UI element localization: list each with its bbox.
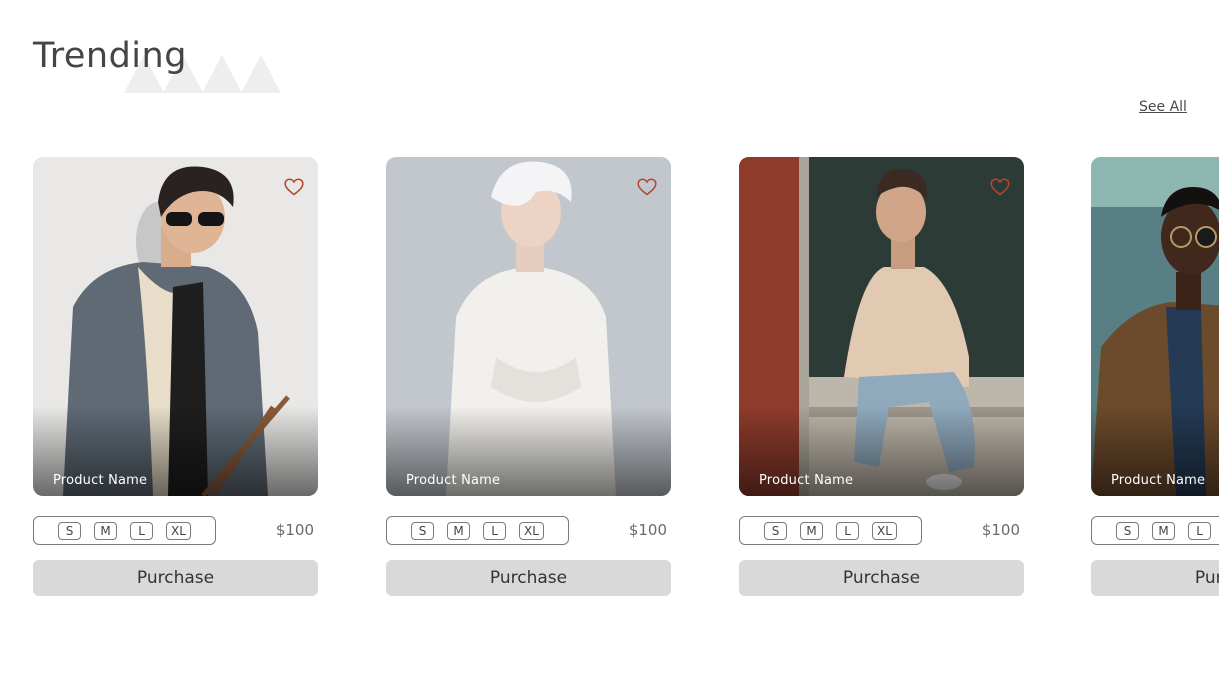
size-option-m[interactable]: M bbox=[1152, 521, 1176, 540]
product-price: $100 bbox=[275, 521, 314, 539]
see-all-link[interactable]: See All bbox=[1139, 99, 1187, 115]
product-image[interactable]: Product Name bbox=[33, 157, 318, 496]
product-price: $100 bbox=[981, 521, 1020, 539]
size-option-xl[interactable]: XL bbox=[519, 521, 544, 540]
product-card: Product Name S M L XL $100 Purchase bbox=[33, 157, 318, 596]
product-name: Product Name bbox=[1111, 473, 1206, 488]
product-card: Product Name S M L XL $100 Purchase bbox=[739, 157, 1024, 596]
size-option-l[interactable]: L bbox=[483, 521, 507, 540]
size-option-xl[interactable]: XL bbox=[872, 521, 897, 540]
size-option-m[interactable]: M bbox=[447, 521, 471, 540]
size-option-m[interactable]: M bbox=[94, 521, 118, 540]
heart-icon[interactable] bbox=[637, 178, 657, 196]
product-price: $100 bbox=[628, 521, 667, 539]
size-option-s[interactable]: S bbox=[411, 521, 435, 540]
size-option-l[interactable]: L bbox=[1188, 521, 1212, 540]
product-card: Product Name S M L XL Purchase bbox=[1091, 157, 1219, 596]
product-card: Product Name S M L XL $100 Purchase bbox=[386, 157, 671, 596]
size-option-s[interactable]: S bbox=[58, 521, 82, 540]
size-option-s[interactable]: S bbox=[1116, 521, 1140, 540]
heart-icon[interactable] bbox=[284, 178, 304, 196]
purchase-button[interactable]: Purchase bbox=[33, 560, 318, 596]
purchase-button[interactable]: Purchase bbox=[386, 560, 671, 596]
size-option-l[interactable]: L bbox=[836, 521, 860, 540]
heart-icon[interactable] bbox=[990, 178, 1010, 196]
size-option-xl[interactable]: XL bbox=[166, 521, 191, 540]
size-option-l[interactable]: L bbox=[130, 521, 154, 540]
product-name: Product Name bbox=[759, 473, 854, 488]
product-name: Product Name bbox=[53, 473, 148, 488]
size-selector: S M L XL bbox=[739, 516, 922, 545]
product-name: Product Name bbox=[406, 473, 501, 488]
size-selector: S M L XL bbox=[33, 516, 216, 545]
product-image[interactable]: Product Name bbox=[386, 157, 671, 496]
product-image[interactable]: Product Name bbox=[1091, 157, 1219, 496]
size-option-s[interactable]: S bbox=[764, 521, 788, 540]
size-selector: S M L XL bbox=[1091, 516, 1219, 545]
trending-section: Trending See All Product Name S M L XL $… bbox=[0, 0, 1219, 673]
purchase-button[interactable]: Purchase bbox=[1091, 560, 1219, 596]
product-image[interactable]: Product Name bbox=[739, 157, 1024, 496]
purchase-button[interactable]: Purchase bbox=[739, 560, 1024, 596]
size-option-m[interactable]: M bbox=[800, 521, 824, 540]
size-selector: S M L XL bbox=[386, 516, 569, 545]
section-title: Trending bbox=[33, 36, 187, 76]
